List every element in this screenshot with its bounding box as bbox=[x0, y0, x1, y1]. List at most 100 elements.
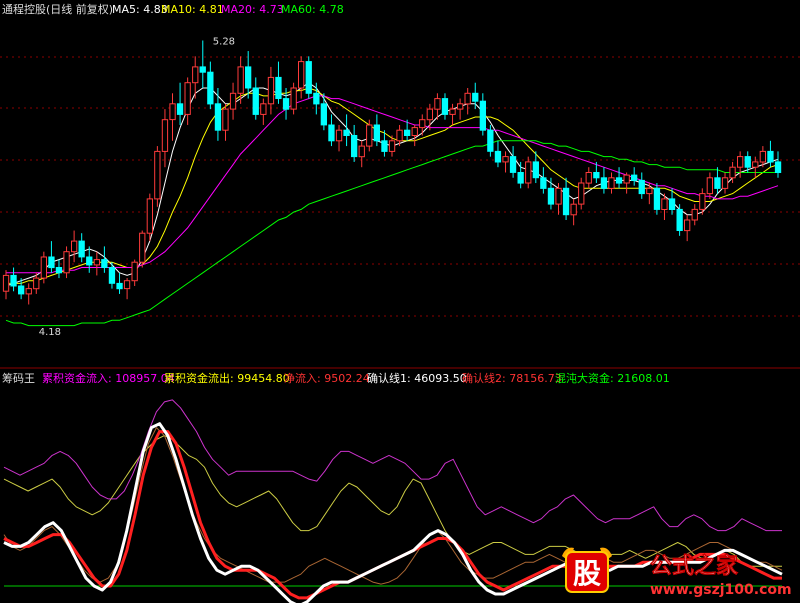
candle-body bbox=[472, 92, 479, 102]
candle bbox=[2, 270, 10, 300]
candle-body bbox=[449, 108, 456, 115]
candle-body bbox=[335, 129, 343, 142]
candle-body bbox=[63, 251, 70, 274]
candle bbox=[71, 230, 78, 263]
candle-body bbox=[517, 172, 524, 184]
candle bbox=[464, 88, 471, 115]
watermark-brand: 公式之家 bbox=[650, 553, 739, 579]
candle bbox=[653, 183, 661, 215]
candle-body bbox=[169, 103, 176, 121]
candle bbox=[93, 251, 100, 276]
candle-body bbox=[555, 187, 562, 205]
candle-body bbox=[10, 274, 17, 287]
candle-body bbox=[78, 240, 85, 258]
candle-body bbox=[267, 76, 275, 105]
candle bbox=[48, 241, 55, 273]
candle bbox=[25, 283, 32, 305]
candle-body bbox=[578, 182, 585, 205]
candle-body bbox=[638, 179, 645, 195]
candle bbox=[161, 109, 169, 168]
candle bbox=[449, 103, 456, 125]
candle-body bbox=[55, 267, 63, 274]
candle-body bbox=[532, 161, 540, 179]
candle bbox=[600, 167, 608, 194]
candle bbox=[123, 278, 131, 300]
candle-body bbox=[668, 198, 676, 210]
candle bbox=[509, 146, 517, 178]
candle bbox=[351, 124, 358, 162]
candle-body bbox=[358, 145, 365, 158]
candle bbox=[684, 214, 691, 242]
candle bbox=[320, 93, 328, 131]
candle-body bbox=[290, 87, 297, 110]
candle bbox=[631, 167, 638, 186]
candle bbox=[199, 40, 206, 88]
candle-body bbox=[282, 98, 290, 110]
legend-ma10: MA10: 4.81 bbox=[161, 3, 224, 16]
candle-body bbox=[691, 208, 698, 221]
annotation-low: 4.18 bbox=[39, 327, 61, 338]
candle bbox=[441, 93, 449, 120]
legend-ma60: MA60: 4.78 bbox=[281, 3, 344, 16]
candle-body bbox=[320, 103, 328, 126]
candle-body bbox=[222, 108, 229, 131]
candle bbox=[585, 167, 592, 189]
candle bbox=[335, 124, 343, 152]
candle bbox=[525, 156, 532, 189]
candle bbox=[131, 259, 138, 286]
ma-line-ma5 bbox=[5, 82, 779, 287]
candle-body bbox=[116, 282, 123, 290]
candle-body bbox=[192, 66, 199, 84]
candle-body bbox=[676, 208, 683, 231]
candle-body bbox=[721, 177, 729, 189]
candle bbox=[578, 177, 585, 210]
candle-body bbox=[540, 177, 547, 189]
candle bbox=[222, 103, 229, 141]
candle bbox=[517, 161, 524, 189]
watermark-url: www.gszj100.com bbox=[650, 582, 792, 598]
candle bbox=[638, 172, 645, 199]
candle-body bbox=[184, 82, 191, 115]
candle-body bbox=[40, 256, 48, 279]
candle-body bbox=[207, 71, 214, 105]
candle-body bbox=[343, 129, 350, 136]
candle-body bbox=[33, 277, 40, 290]
candle-body bbox=[131, 261, 138, 282]
candle bbox=[540, 167, 547, 194]
candle-body bbox=[396, 129, 403, 142]
candle-body bbox=[18, 285, 25, 295]
candle-body bbox=[373, 124, 381, 142]
candle bbox=[774, 151, 782, 178]
candle bbox=[419, 114, 426, 136]
candle-body bbox=[411, 127, 418, 136]
candle-body bbox=[2, 274, 10, 292]
candle-body bbox=[366, 124, 373, 147]
candle-body bbox=[737, 156, 744, 168]
candle-body bbox=[646, 187, 653, 195]
candle-body bbox=[154, 150, 161, 200]
candle bbox=[676, 204, 683, 236]
candle bbox=[623, 172, 630, 194]
candle bbox=[502, 151, 509, 173]
candle bbox=[267, 66, 275, 115]
candle bbox=[176, 82, 184, 125]
candle-body bbox=[48, 256, 55, 269]
lower-legend: 筹码王 累积资金流入: 108957.04 累积资金流出: 99454.80 净… bbox=[2, 371, 670, 385]
candle bbox=[116, 272, 123, 294]
candle bbox=[260, 98, 267, 125]
candle bbox=[55, 259, 63, 279]
legend-ma20: MA20: 4.73 bbox=[221, 3, 284, 16]
candle bbox=[184, 77, 191, 125]
candle bbox=[252, 77, 259, 120]
lower-legend-title: 筹码王 bbox=[2, 371, 35, 385]
candle-body bbox=[426, 108, 434, 121]
candle-body bbox=[653, 187, 661, 210]
candle bbox=[343, 114, 350, 147]
candle bbox=[555, 183, 562, 215]
ma-line-ma20 bbox=[6, 95, 779, 274]
candle-body bbox=[699, 193, 706, 210]
candle bbox=[411, 124, 418, 147]
candle-body bbox=[585, 172, 592, 184]
candle bbox=[646, 183, 653, 205]
candle-body bbox=[199, 66, 206, 73]
